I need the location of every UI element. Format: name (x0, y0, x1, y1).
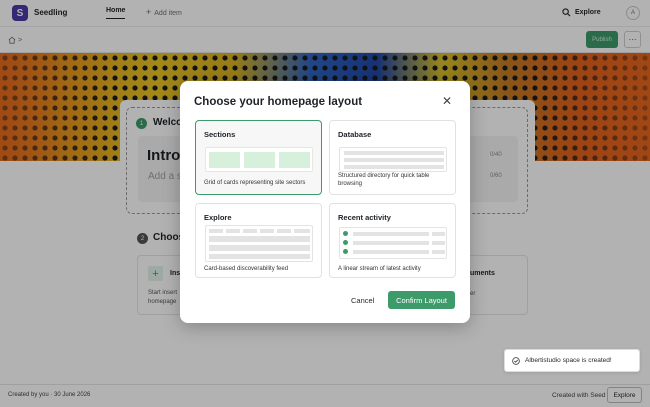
option-title: Database (338, 130, 372, 139)
check-circle-icon (512, 356, 520, 365)
cancel-button[interactable]: Cancel (351, 296, 374, 305)
option-description: Card-based discoverability feed (204, 266, 289, 272)
option-description: A linear stream of latest activity (338, 266, 421, 272)
toast-notification: Albertistudio space is created! (504, 349, 640, 372)
sections-preview-icon (205, 147, 313, 172)
layout-option-sections[interactable]: Sections Grid of cards representing site… (195, 120, 322, 195)
layout-option-database[interactable]: Database Structured directory for quick … (329, 120, 456, 195)
option-title: Explore (204, 213, 232, 222)
confirm-layout-button[interactable]: Confirm Layout (388, 291, 455, 309)
option-title: Sections (204, 130, 236, 139)
activity-preview-icon (339, 227, 447, 259)
layout-option-explore[interactable]: Explore Card-based discoverability feed (195, 203, 322, 278)
feed-preview-icon (205, 225, 313, 262)
modal-title: Choose your homepage layout (194, 96, 363, 108)
toast-text: Albertistudio space is created! (525, 357, 612, 364)
layout-option-recent-activity[interactable]: Recent activity A linear stream of lates… (329, 203, 456, 278)
option-description: Structured directory for quick table bro… (338, 173, 430, 188)
close-icon[interactable]: ✕ (442, 95, 452, 107)
layout-modal: Choose your homepage layout ✕ Sections G… (180, 81, 470, 323)
option-description: Grid of cards representing site sectors (204, 180, 306, 186)
option-title: Recent activity (338, 213, 391, 222)
table-preview-icon (339, 147, 447, 172)
